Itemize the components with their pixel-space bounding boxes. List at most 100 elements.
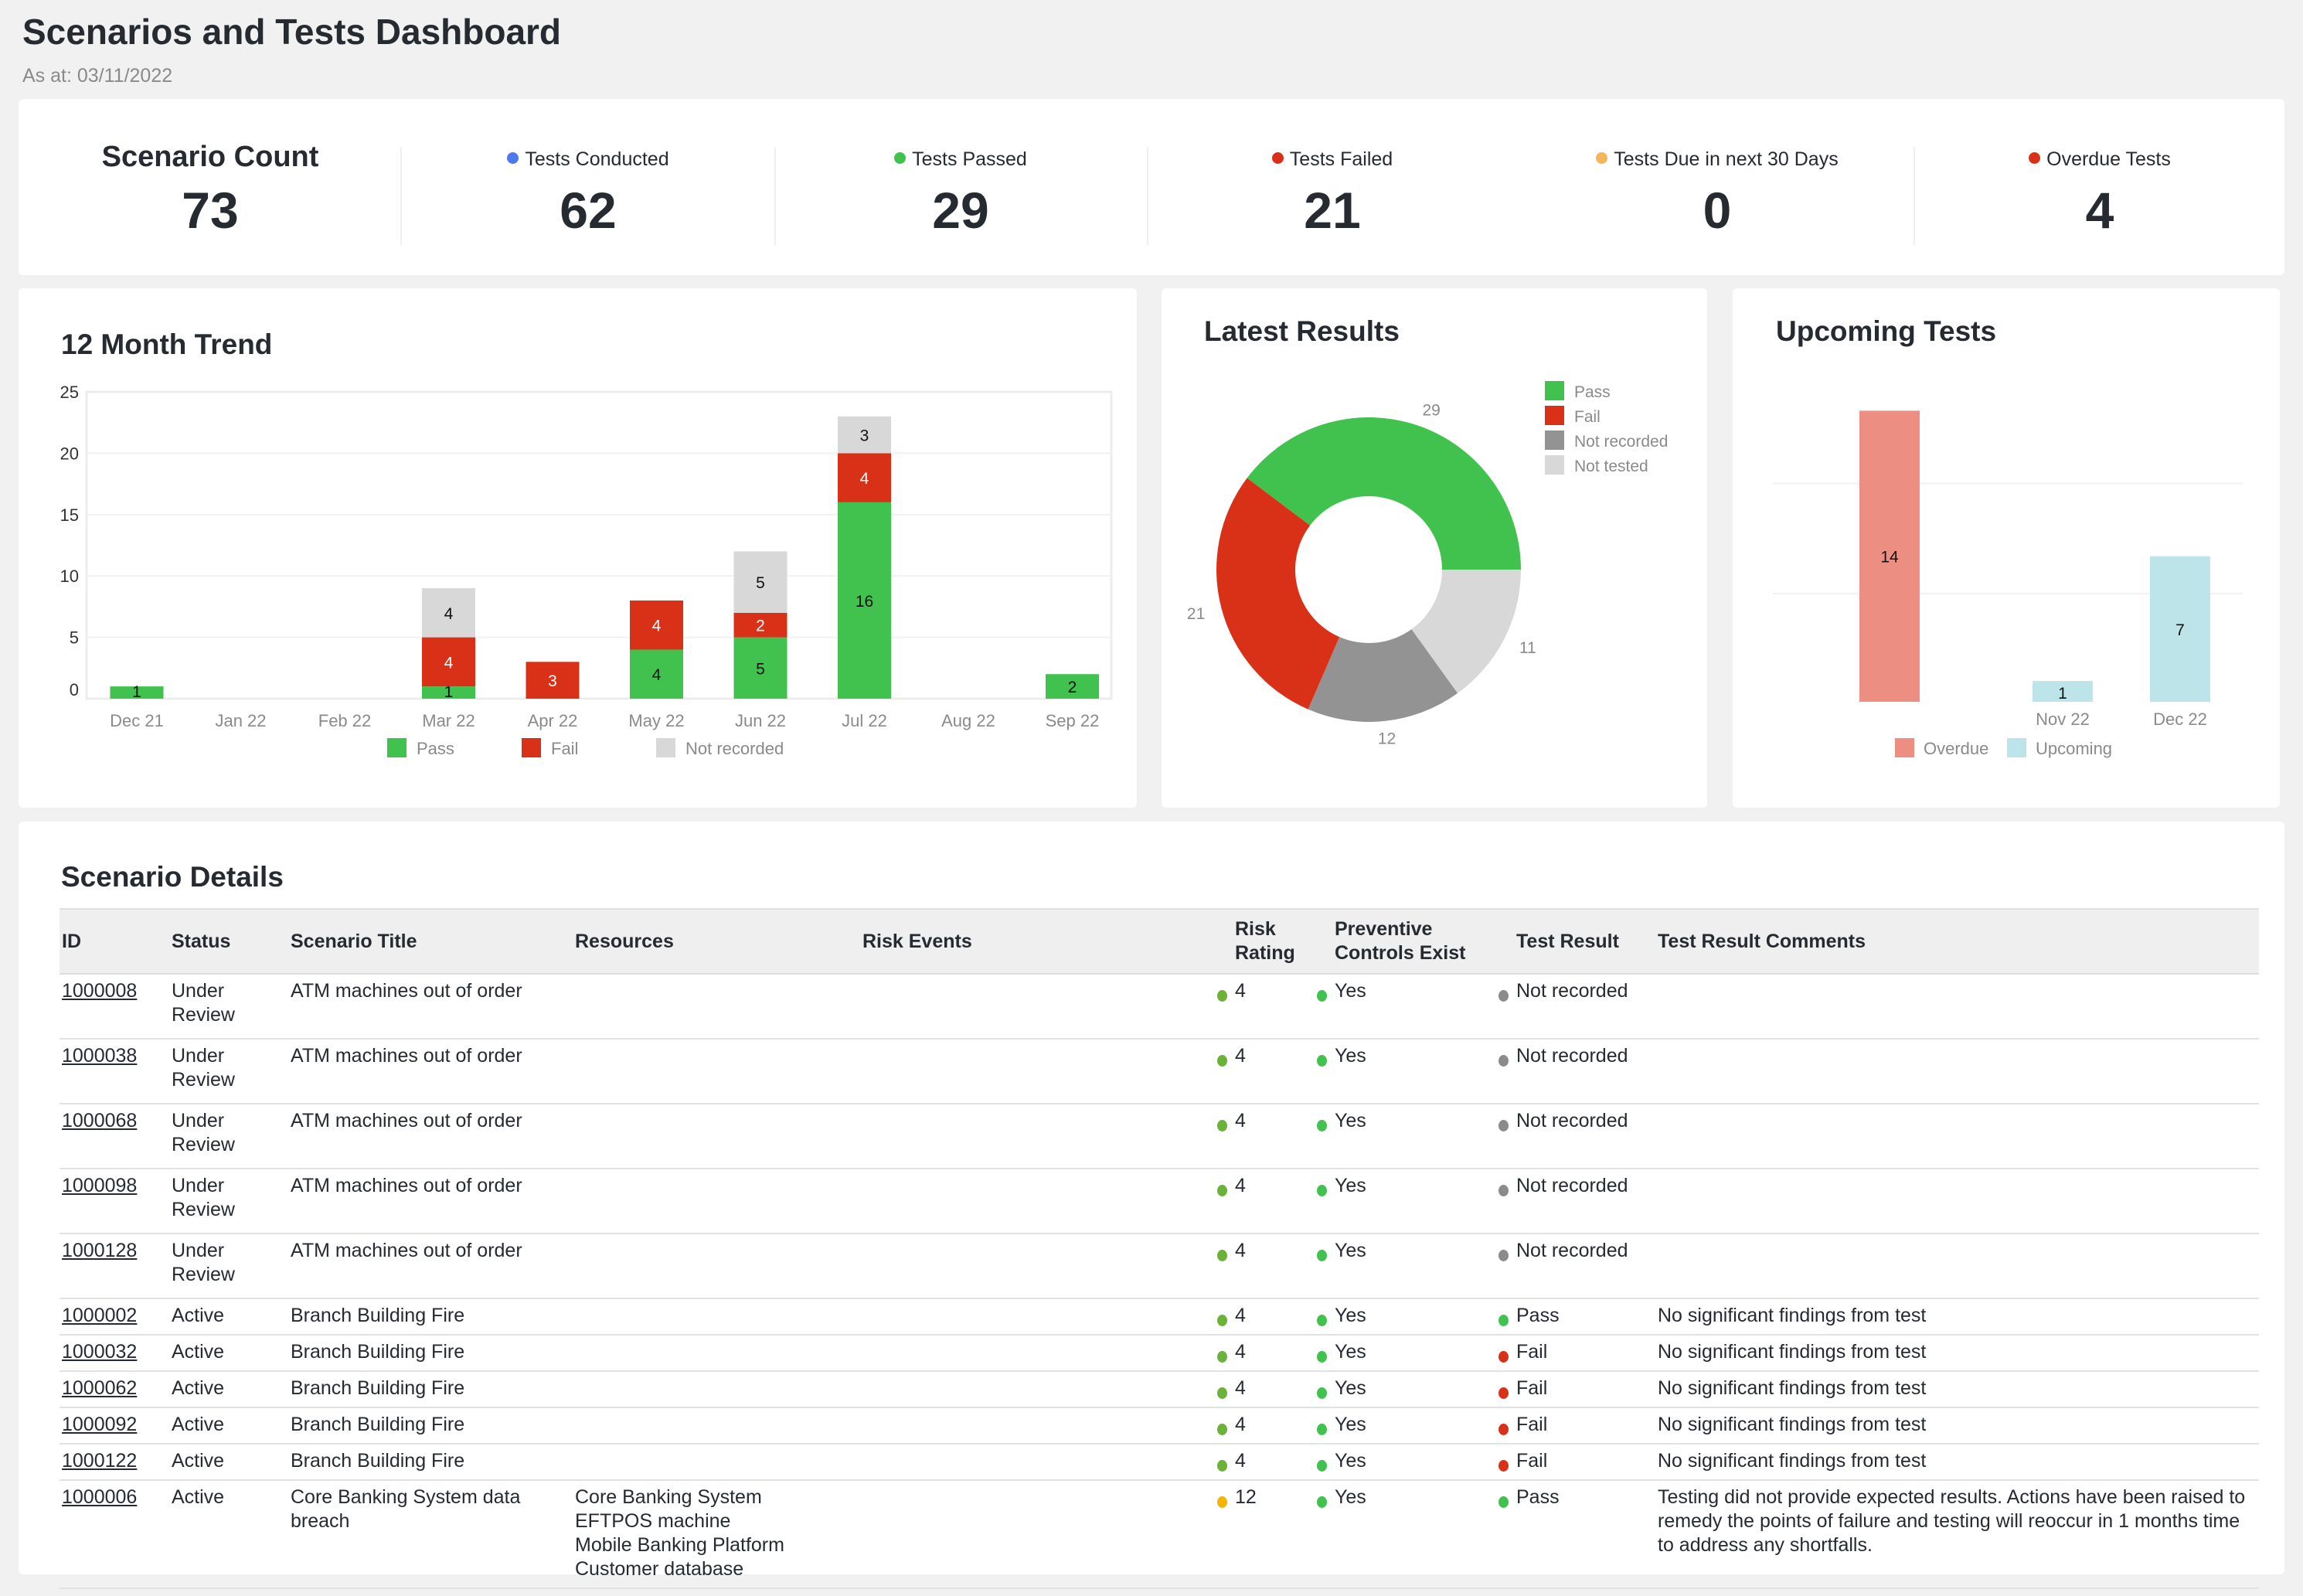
legend-label: Overdue [1924, 739, 1988, 758]
risk-rating-cell: 4 [1217, 974, 1332, 1040]
bar-data-label: 14 [1880, 549, 1899, 567]
scenario-id-link[interactable]: 1000092 [62, 1414, 137, 1435]
table-row[interactable]: 1000128 Under Review ATM machines out of o… [60, 1234, 2259, 1299]
preventive-controls-value: Yes [1335, 980, 1366, 1002]
test-result-dot-icon [1498, 1460, 1509, 1472]
test-result-value: Not recorded [1516, 1110, 1628, 1131]
risk-rating-dot-icon [1217, 1315, 1227, 1326]
test-result-comments: No significant findings from test [1658, 1341, 1927, 1363]
test-result-comments: No significant findings from test [1658, 1377, 1927, 1399]
test-result-cell: Not recorded [1498, 974, 1655, 1040]
column-header-risk-rating[interactable]: Risk Rating [1233, 908, 1332, 975]
column-header-test-result-comments[interactable]: Test Result Comments [1655, 908, 2259, 975]
test-result-cell: Fail [1498, 1335, 1655, 1372]
legend-label: Fail [1574, 408, 1601, 426]
x-tick-label: Apr 22 [528, 711, 578, 730]
legend-swatch [1545, 381, 1564, 400]
scenario-id-link[interactable]: 1000068 [62, 1110, 137, 1131]
scenario-id-link[interactable]: 1000006 [62, 1486, 137, 1508]
column-header-id[interactable]: ID [60, 908, 169, 975]
status-cell: Under Review [169, 1169, 288, 1234]
scenario-id-link[interactable]: 1000038 [62, 1045, 137, 1067]
scenario-id-link[interactable]: 1000002 [62, 1305, 137, 1326]
table-row[interactable]: 1000122 Active Branch Building Fire 4 Yes Fai… [60, 1444, 2259, 1481]
risk-rating-dot-icon [1217, 1250, 1227, 1261]
risk-rating-cell: 4 [1217, 1234, 1332, 1299]
preventive-controls-value: Yes [1335, 1414, 1366, 1435]
scenario-id-link[interactable]: 1000128 [62, 1240, 137, 1261]
table-row[interactable]: 1000092 Active Branch Building Fire 4 Yes Fai… [60, 1407, 2259, 1445]
test-result-value: Fail [1516, 1341, 1548, 1363]
id-cell: 1000062 [60, 1371, 169, 1408]
resources-list: Core Banking System EFTPOS machine Mobile … [575, 1485, 858, 1581]
column-header-scenario-title[interactable]: Scenario Title [288, 908, 573, 975]
table-row[interactable]: 1000038 Under Review ATM machines out of o… [60, 1039, 2259, 1104]
resources-cell [573, 1371, 860, 1408]
resource-item: EFTPOS machine [575, 1510, 731, 1532]
y-tick-label: 0 [70, 680, 79, 699]
bar-data-label: 4 [860, 470, 869, 488]
test-result-value: Fail [1516, 1377, 1548, 1399]
preventive-controls-value: Yes [1335, 1110, 1366, 1131]
risk-rating-value: 4 [1235, 1450, 1246, 1472]
scenario-status: Under Review [172, 980, 235, 1026]
preventive-controls-value: Yes [1335, 1377, 1366, 1399]
column-header-resources[interactable]: Resources [573, 908, 860, 975]
scenario-details-table: ID Status Scenario Title Resources Risk … [60, 908, 2259, 1589]
resources-cell [573, 974, 860, 1040]
test-result-comments-cell: No significant findings from test [1655, 1444, 2259, 1481]
table-row[interactable]: 1000068 Under Review ATM machines out of o… [60, 1104, 2259, 1169]
kpi-value: 4 [2085, 182, 2114, 239]
status-dot-icon [1596, 152, 1608, 164]
id-cell: 1000128 [60, 1234, 169, 1299]
controls-status-dot-icon [1317, 1250, 1327, 1261]
preventive-controls-value: Yes [1335, 1450, 1366, 1472]
y-tick-label: 25 [60, 383, 79, 402]
test-result-comments-cell [1655, 974, 2259, 1040]
risk-events-cell [860, 1371, 1233, 1408]
scenario-id-link[interactable]: 1000062 [62, 1377, 137, 1399]
column-header-preventive-controls[interactable]: Preventive Controls Exist [1332, 908, 1514, 975]
risk-rating-dot-icon [1217, 1496, 1227, 1508]
preventive-controls-cell: Yes [1317, 1234, 1514, 1299]
legend-label: Fail [551, 739, 578, 758]
preventive-controls-value: Yes [1335, 1240, 1366, 1261]
scenario-id-link[interactable]: 1000122 [62, 1450, 137, 1472]
scenario-id-link[interactable]: 1000098 [62, 1175, 137, 1196]
scenario-status: Active [172, 1414, 225, 1435]
preventive-controls-value: Yes [1335, 1175, 1366, 1196]
preventive-controls-cell: Yes [1317, 1480, 1514, 1589]
preventive-controls-cell: Yes [1317, 1407, 1514, 1445]
scenario-details-title: Scenario Details [61, 861, 284, 893]
test-result-dot-icon [1498, 990, 1509, 1002]
column-header-risk-events[interactable]: Risk Events [860, 908, 1233, 975]
test-result-cell: Pass [1498, 1480, 1655, 1589]
status-cell: Active [169, 1444, 288, 1481]
table-row[interactable]: 1000098 Under Review ATM machines out of o… [60, 1169, 2259, 1234]
table-row[interactable]: 1000006 Active Core Banking System data br… [60, 1480, 2259, 1589]
y-tick-label: 10 [60, 567, 79, 586]
risk-rating-value: 4 [1235, 1240, 1246, 1261]
table-row[interactable]: 1000032 Active Branch Building Fire 4 Yes Fai… [60, 1335, 2259, 1372]
table-row[interactable]: 1000002 Active Branch Building Fire 4 Yes Pas… [60, 1298, 2259, 1336]
legend-swatch [1545, 406, 1564, 425]
column-header-test-result[interactable]: Test Result [1514, 908, 1655, 975]
scenario-title: ATM machines out of order [291, 980, 522, 1002]
legend-swatch [522, 738, 541, 757]
scenario-id-link[interactable]: 1000008 [62, 980, 137, 1002]
preventive-controls-cell: Yes [1317, 1039, 1514, 1104]
test-result-cell: Fail [1498, 1407, 1655, 1445]
table-row[interactable]: 1000008 Under Review ATM machines out of o… [60, 974, 2259, 1040]
scenario-id-link[interactable]: 1000032 [62, 1341, 137, 1363]
test-result-comments: Testing did not provide expected results… [1658, 1486, 2246, 1556]
table-row[interactable]: 1000062 Active Branch Building Fire 4 Yes Fai… [60, 1371, 2259, 1408]
x-tick-label: Nov 22 [2036, 710, 2090, 729]
test-result-value: Not recorded [1516, 980, 1628, 1002]
x-tick-label: Sep 22 [1046, 711, 1100, 730]
column-header-status[interactable]: Status [169, 908, 288, 975]
scenario-title-cell: ATM machines out of order [288, 974, 573, 1040]
risk-rating-dot-icon [1217, 1387, 1227, 1399]
y-tick-label: 20 [60, 444, 79, 463]
test-result-comments-cell: No significant findings from test [1655, 1371, 2259, 1408]
id-cell: 1000006 [60, 1480, 169, 1589]
